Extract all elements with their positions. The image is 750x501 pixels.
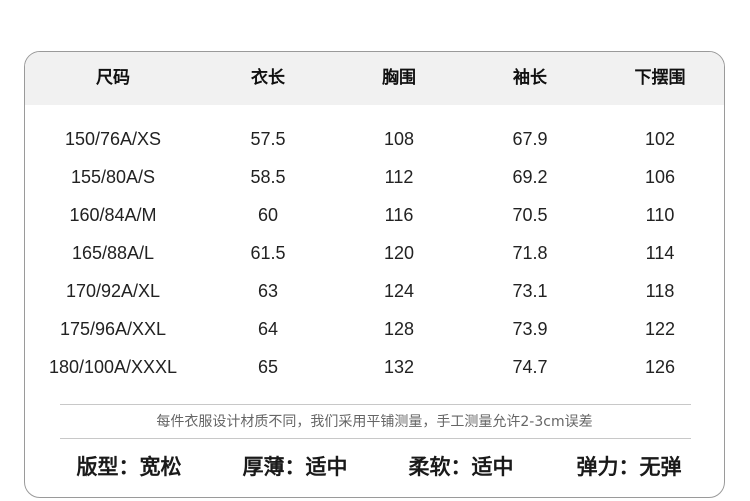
table-row: 155/80A/S 58.5 112 69.2 106 [25,158,724,196]
header-sleeve: 袖长 [513,68,547,88]
cell-chest: 116 [384,205,414,225]
cell-hem: 110 [645,205,675,225]
header-length: 衣长 [251,68,285,88]
cell-hem: 102 [644,129,676,149]
table-row: 170/92A/XL 63 124 73.1 118 [25,272,724,310]
cell-sleeve: 73.1 [512,281,548,301]
attr-softness: 柔软：适中 [408,455,514,479]
cell-chest: 108 [383,129,415,149]
measurement-note: 每件衣服设计材质不同，我们采用平铺测量，手工测量允许2-3cm误差 [156,414,593,430]
table-row: 175/96A/XXL 64 128 73.9 122 [25,310,724,348]
cell-sleeve: 74.7 [512,357,548,377]
header-chest: 胸围 [382,68,416,88]
cell-chest: 132 [383,357,415,377]
note-divider-top [60,404,691,405]
cell-size: 170/92A/XL [65,281,161,301]
cell-length: 57.5 [250,129,286,149]
cell-chest: 120 [383,243,415,263]
cell-length: 58.5 [250,167,286,187]
cell-hem: 122 [644,319,676,339]
fabric-attributes: 版型：宽松 厚薄：适中 柔软：适中 弹力：无弹 [25,449,724,485]
cell-length: 60 [257,205,279,225]
cell-hem: 118 [645,281,675,301]
attr-thickness: 厚薄：适中 [242,455,348,479]
cell-length: 61.5 [250,243,286,263]
cell-size: 155/80A/S [70,167,156,187]
cell-length: 63 [257,281,279,301]
cell-sleeve: 67.9 [512,129,548,149]
table-body: 150/76A/XS 57.5 108 67.9 102 155/80A/S 5… [25,120,724,386]
note-divider-bottom [60,438,691,439]
table-row: 150/76A/XS 57.5 108 67.9 102 [25,120,724,158]
cell-size: 165/88A/L [71,243,155,263]
cell-chest: 128 [383,319,415,339]
table-header: 尺码 衣长 胸围 袖长 下摆围 [25,52,724,105]
cell-hem: 106 [644,167,676,187]
cell-chest: 124 [383,281,415,301]
table-row: 180/100A/XXXL 65 132 74.7 126 [25,348,724,386]
cell-chest: 112 [384,167,414,187]
cell-length: 64 [257,319,279,339]
size-chart-card: 尺码 衣长 胸围 袖长 下摆围 150/76A/XS 57.5 108 67.9… [24,51,725,498]
attr-fit: 版型：宽松 [76,455,182,479]
cell-sleeve: 71.8 [512,243,548,263]
header-hem: 下摆围 [634,68,686,88]
attr-elasticity: 弹力：无弹 [576,455,682,479]
cell-sleeve: 69.2 [512,167,548,187]
cell-size: 180/100A/XXXL [48,357,178,377]
cell-size: 175/96A/XXL [59,319,167,339]
cell-size: 160/84A/M [69,205,157,225]
header-size: 尺码 [96,68,130,88]
cell-sleeve: 70.5 [512,205,548,225]
cell-size: 150/76A/XS [64,129,162,149]
cell-hem: 126 [644,357,676,377]
cell-sleeve: 73.9 [512,319,548,339]
cell-length: 65 [257,357,279,377]
table-row: 160/84A/M 60 116 70.5 110 [25,196,724,234]
table-row: 165/88A/L 61.5 120 71.8 114 [25,234,724,272]
cell-hem: 114 [645,243,675,263]
